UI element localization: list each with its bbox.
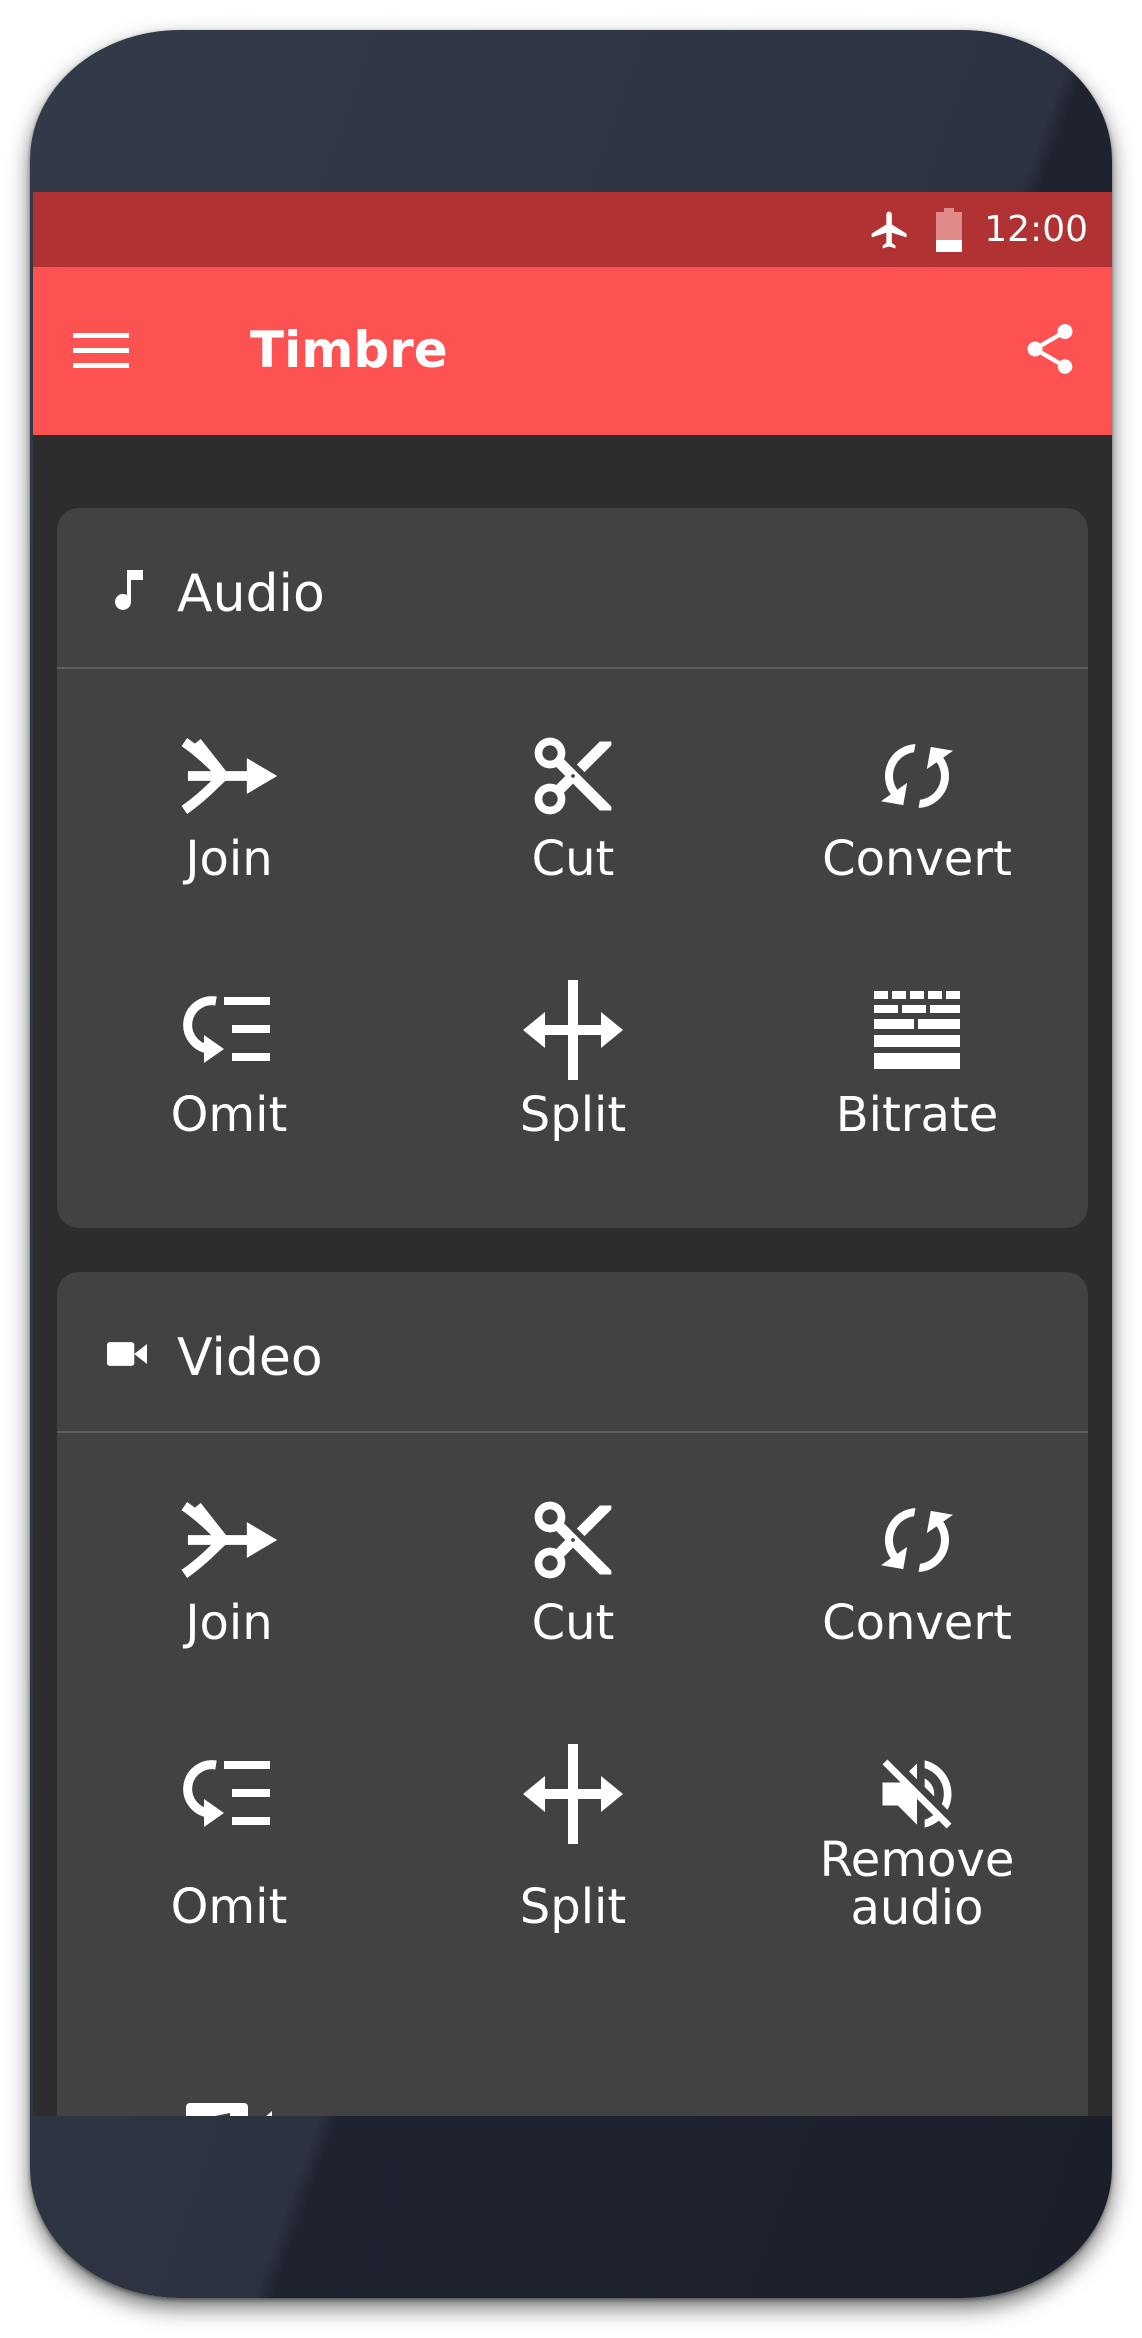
tool-label: Convert [822,1595,1012,1651]
tool-label: Cut [531,831,615,887]
battery-icon [936,207,963,252]
split-arrows-icon [523,980,623,1080]
audio-card: Audio Join Cut Convert Omit Split Bitrat… [57,508,1088,1228]
video-music-icon [179,2082,279,2116]
status-time: 12:00 [984,209,1088,250]
tool-label: Cut [531,1595,615,1651]
tool-label: Split [519,1087,627,1143]
music-note-icon [107,570,147,610]
merge-arrow-icon [179,1490,279,1590]
airplane-icon [868,208,912,252]
split-arrows-icon [523,1744,623,1844]
phone-frame: 12:00 Timbre Audio Join Cut Convert Omit… [30,30,1112,2298]
share-icon[interactable] [1018,317,1082,381]
tool-label: Bitrate [835,1087,999,1143]
tool-label: Join [185,1595,273,1651]
scissors-icon [523,726,623,826]
video-card: Video Join Cut Convert Omit Split Remove… [57,1272,1088,2116]
audio-card-header: Audio [57,508,1088,669]
videocam-icon [107,1334,147,1374]
tool-label: Convert [822,831,1012,887]
sync-icon [867,1490,967,1590]
app-bar: Timbre [33,267,1112,435]
omit-icon [179,1744,279,1844]
hamburger-menu-icon[interactable] [73,323,129,379]
app-screen: 12:00 Timbre Audio Join Cut Convert Omit… [33,192,1112,2116]
omit-icon [179,980,279,1080]
audio-card-title: Audio [177,564,325,624]
merge-arrow-icon [179,726,279,826]
status-bar: 12:00 [33,192,1112,267]
tool-label: Join [185,831,273,887]
tool-label: Split [519,1879,627,1935]
tool-label: Omit [170,1087,288,1143]
tool-label: Remove audio [819,1832,1015,1936]
bitrate-icon [867,980,967,1080]
sync-icon [867,726,967,826]
tool-label: Omit [170,1879,288,1935]
app-title: Timbre [250,321,448,379]
volume-off-icon [867,1744,967,1844]
scissors-icon [523,1490,623,1590]
video-card-title: Video [177,1328,323,1388]
video-card-header: Video [57,1272,1088,1433]
